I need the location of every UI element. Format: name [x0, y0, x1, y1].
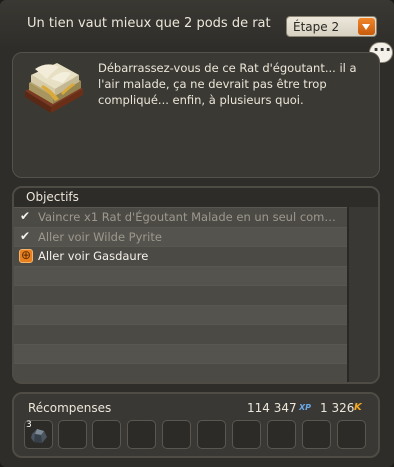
- objective-label: Aller voir Gasdaure: [38, 249, 149, 263]
- reward-slot[interactable]: [127, 420, 156, 449]
- reward-slot[interactable]: [197, 420, 226, 449]
- objective-label: Vaincre x1 Rat d'Égoutant Malade en un s…: [38, 210, 336, 224]
- rewards-title: Récompenses: [28, 401, 112, 415]
- step-dropdown-label: Étape 2: [293, 20, 340, 34]
- quest-scroll-icon: [25, 63, 83, 113]
- reward-slot[interactable]: [58, 420, 87, 449]
- empty-row: [14, 265, 347, 285]
- checkmark-icon: ✔: [20, 228, 31, 243]
- reward-slot[interactable]: [267, 420, 296, 449]
- objectives-title: Objectifs: [26, 190, 79, 204]
- locate-icon[interactable]: [19, 248, 33, 263]
- xp-value: 114 347: [247, 401, 297, 415]
- quest-header: Un tien vaut mieux que 2 pods de rat Éta…: [0, 0, 394, 46]
- checkmark-icon: ✔: [20, 209, 31, 223]
- scrollbar[interactable]: [349, 207, 378, 382]
- kama-icon: K: [354, 402, 362, 413]
- reward-slot[interactable]: [232, 420, 261, 449]
- empty-row: [14, 343, 347, 363]
- empty-row: [14, 363, 347, 382]
- rewards-panel: Récompenses 114 347 XP 1 326 K 3: [12, 392, 380, 458]
- objectives-list: ✔ Vaincre x1 Rat d'Égoutant Malade en un…: [14, 207, 347, 382]
- objectives-header: Objectifs: [14, 188, 378, 207]
- kamas-value: 1 326: [320, 401, 355, 415]
- empty-row: [14, 285, 347, 305]
- reward-slot[interactable]: [337, 420, 366, 449]
- xp-icon: XP: [299, 403, 312, 412]
- step-dropdown[interactable]: Étape 2: [286, 16, 377, 37]
- chevron-down-icon[interactable]: [358, 18, 375, 35]
- objective-row[interactable]: Aller voir Gasdaure: [14, 246, 347, 266]
- reward-slot[interactable]: [92, 420, 121, 449]
- reward-slot[interactable]: 3: [24, 420, 53, 449]
- reward-quantity: 3: [26, 420, 32, 430]
- empty-row: [14, 324, 347, 344]
- quest-description: Débarrassez-vous de ce Rat d'égoutant...…: [98, 61, 357, 107]
- reward-slot[interactable]: [162, 420, 191, 449]
- reward-slot[interactable]: [302, 420, 331, 449]
- objective-row: ✔ Vaincre x1 Rat d'Égoutant Malade en un…: [14, 207, 347, 227]
- objective-row: ✔ Aller voir Wilde Pyrite: [14, 226, 347, 246]
- quest-title: Un tien vaut mieux que 2 pods de rat: [27, 16, 271, 31]
- ore-item-icon: [31, 429, 47, 443]
- quest-panel: Un tien vaut mieux que 2 pods de rat Éta…: [0, 0, 394, 467]
- empty-row: [14, 304, 347, 324]
- quest-description-box: Débarrassez-vous de ce Rat d'égoutant...…: [12, 52, 380, 178]
- objectives-panel: Objectifs ✔ Vaincre x1 Rat d'Égoutant Ma…: [12, 186, 380, 384]
- objective-label: Aller voir Wilde Pyrite: [38, 229, 162, 244]
